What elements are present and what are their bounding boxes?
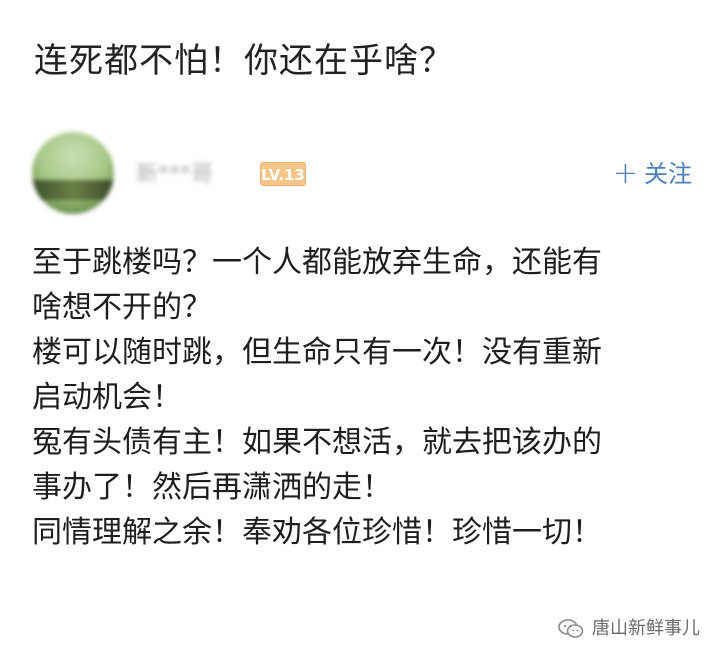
- plus-icon: +: [612, 156, 638, 191]
- watermark: 唐山新鲜事儿: [558, 617, 700, 641]
- post-line: 事办了！然后再潇洒的走！: [32, 470, 392, 505]
- follow-label: 关注: [644, 160, 692, 188]
- user-header: 新***哥 LV.13 + 关注: [32, 132, 692, 218]
- page-title: 连死都不怕！你还在乎啥？: [34, 41, 454, 81]
- post-body: 至于跳楼吗？一个人都能放弃生命，还能有 啥想不开的？ 楼可以随时跳，但生命只有一…: [32, 240, 692, 555]
- post-line: 冤有头债有主！如果不想活，就去把该办的: [32, 425, 602, 460]
- post-line: 啥想不开的？: [32, 290, 212, 325]
- wechat-icon: [558, 618, 584, 640]
- follow-button[interactable]: + 关注: [613, 158, 692, 190]
- level-badge: LV.13: [260, 162, 306, 186]
- avatar[interactable]: [32, 132, 114, 214]
- post-line: 楼可以随时跳，但生命只有一次！没有重新: [32, 335, 602, 370]
- username[interactable]: 新***哥: [136, 160, 213, 190]
- post-line: 启动机会！: [32, 380, 182, 415]
- avatar-stripe: [32, 180, 114, 200]
- post-line: 同情理解之余！奉劝各位珍惜！珍惜一切！: [32, 515, 602, 550]
- post-line: 至于跳楼吗？一个人都能放弃生命，还能有: [32, 245, 602, 280]
- watermark-text: 唐山新鲜事儿: [592, 618, 700, 639]
